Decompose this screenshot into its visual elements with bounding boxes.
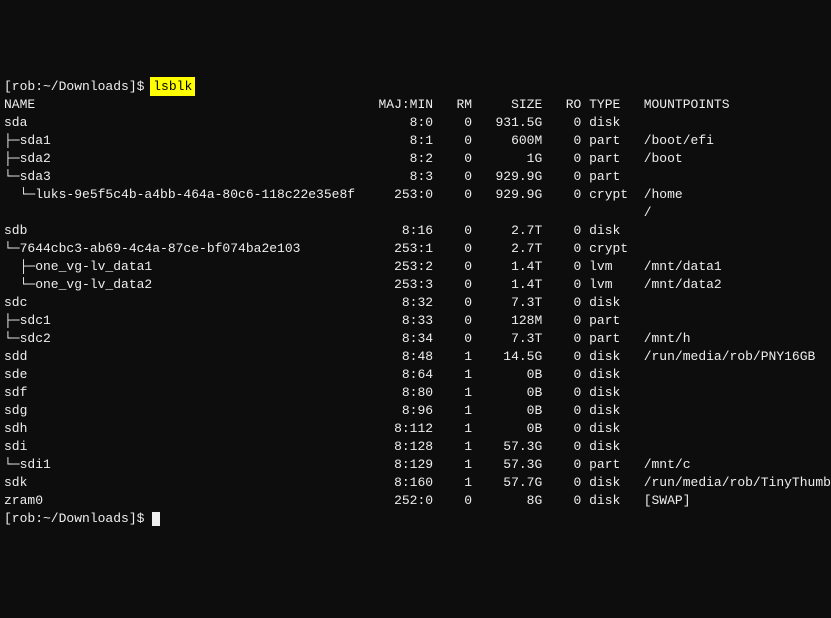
table-row: sdd 8:48 1 14.5G 0 disk /run/media/rob/P… — [4, 348, 827, 366]
table-row: ├─sdc1 8:33 0 128M 0 part — [4, 312, 827, 330]
table-row: sdi 8:128 1 57.3G 0 disk — [4, 438, 827, 456]
terminal[interactable]: [rob:~/Downloads]$ lsblkNAME MAJ:MIN RM … — [4, 78, 827, 528]
command-highlight: lsblk — [152, 79, 193, 94]
table-row: └─sda3 8:3 0 929.9G 0 part — [4, 168, 827, 186]
table-row: sdb 8:16 0 2.7T 0 disk — [4, 222, 827, 240]
table-row: └─one_vg-lv_data2 253:3 0 1.4T 0 lvm /mn… — [4, 276, 827, 294]
table-row: sdg 8:96 1 0B 0 disk — [4, 402, 827, 420]
table-row: └─sdc2 8:34 0 7.3T 0 part /mnt/h — [4, 330, 827, 348]
table-row: sdh 8:112 1 0B 0 disk — [4, 420, 827, 438]
table-row: sdk 8:160 1 57.7G 0 disk /run/media/rob/… — [4, 474, 827, 492]
table-row: zram0 252:0 0 8G 0 disk [SWAP] — [4, 492, 827, 510]
table-row: sdf 8:80 1 0B 0 disk — [4, 384, 827, 402]
table-row: / — [4, 204, 827, 222]
table-row: sdc 8:32 0 7.3T 0 disk — [4, 294, 827, 312]
table-row: ├─one_vg-lv_data1 253:2 0 1.4T 0 lvm /mn… — [4, 258, 827, 276]
header-row: NAME MAJ:MIN RM SIZE RO TYPE MOUNTPOINTS — [4, 96, 827, 114]
cursor-block — [152, 512, 160, 526]
table-row: ├─sda1 8:1 0 600M 0 part /boot/efi — [4, 132, 827, 150]
table-row: ├─sda2 8:2 0 1G 0 part /boot — [4, 150, 827, 168]
prompt-text: [rob:~/Downloads]$ — [4, 79, 152, 94]
table-row: └─luks-9e5f5c4b-a4bb-464a-80c6-118c22e35… — [4, 186, 827, 204]
table-row: sde 8:64 1 0B 0 disk — [4, 366, 827, 384]
prompt-line: [rob:~/Downloads]$ lsblk — [4, 78, 827, 96]
table-row: sda 8:0 0 931.5G 0 disk — [4, 114, 827, 132]
table-row: └─7644cbc3-ab69-4c4a-87ce-bf074ba2e103 2… — [4, 240, 827, 258]
table-row: └─sdi1 8:129 1 57.3G 0 part /mnt/c — [4, 456, 827, 474]
prompt-text: [rob:~/Downloads]$ — [4, 511, 152, 526]
